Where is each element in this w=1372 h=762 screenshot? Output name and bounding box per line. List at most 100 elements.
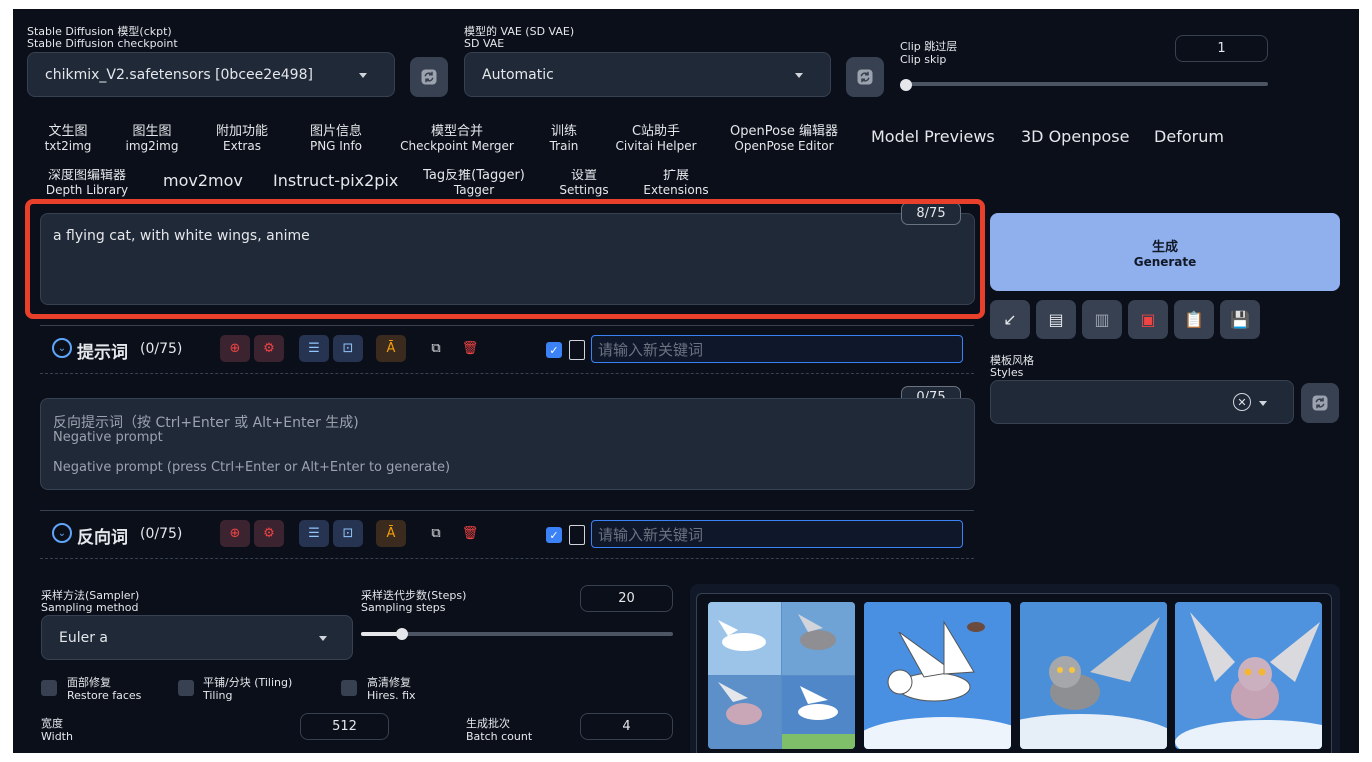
restore-faces-checkbox[interactable] xyxy=(41,680,57,696)
tab-label-en: Train xyxy=(549,139,579,153)
load-list-icon[interactable]: ☰ xyxy=(299,520,329,547)
gear-icon[interactable]: ⚙ xyxy=(254,335,284,362)
batch-count-label-cn: 生成批次 xyxy=(466,717,510,730)
width-input[interactable]: 512 xyxy=(300,713,389,740)
tab-label-en: Extras xyxy=(223,139,261,153)
keyword-input[interactable]: 请输入新关键词 xyxy=(591,335,963,363)
tab-openpose-editor[interactable]: OpenPose 编辑器 OpenPose Editor xyxy=(726,125,842,154)
generate-button[interactable]: 生成 Generate xyxy=(990,213,1340,291)
clip-skip-slider-thumb[interactable] xyxy=(900,79,912,91)
tab-train[interactable]: 训练 Train xyxy=(541,124,587,154)
steps-slider-track[interactable] xyxy=(361,632,673,636)
chevron-down-icon xyxy=(1259,401,1267,406)
clear-trash-icon[interactable]: ▥ xyxy=(1082,300,1122,339)
styles-dropdown[interactable]: ✕ xyxy=(990,380,1294,424)
abc-icon[interactable]: Ā xyxy=(376,520,406,547)
tab-txt2img[interactable]: 文生图 txt2img xyxy=(42,125,94,154)
abc-icon[interactable]: Ā xyxy=(376,335,406,362)
tab-instruct-pix2pix[interactable]: Instruct-pix2pix xyxy=(273,172,398,190)
tiling-label-cn: 平铺/分块 (Tiling) xyxy=(203,676,293,689)
paste-note-icon[interactable]: ▤ xyxy=(1036,300,1076,339)
sampler-dropdown[interactable]: Euler a xyxy=(41,615,353,660)
gallery-thumbnail-3[interactable] xyxy=(1175,602,1322,749)
gallery-thumbnail-grid[interactable] xyxy=(708,602,855,749)
refresh-checkpoint-button[interactable] xyxy=(410,57,448,97)
read-params-arrow-icon[interactable]: ↙ xyxy=(990,300,1030,339)
tab-label-en: txt2img xyxy=(44,139,92,153)
bookmark-icon[interactable]: ⊡ xyxy=(333,520,363,547)
sampler-label-en: Sampling method xyxy=(41,601,139,614)
keyword-checkbox[interactable]: ✓ xyxy=(546,342,562,358)
bookmark-icon[interactable]: ⊡ xyxy=(333,335,363,362)
tab-img2img[interactable]: 图生图 img2img xyxy=(123,125,181,154)
clip-skip-input[interactable]: 1 xyxy=(1175,35,1268,62)
hires-fix-checkbox[interactable] xyxy=(341,680,357,696)
collapse-chevron-icon[interactable]: ⌄ xyxy=(52,523,72,543)
tab-settings[interactable]: 设置 Settings xyxy=(557,169,611,197)
generate-label-cn: 生成 xyxy=(1151,239,1178,255)
clipboard-icon[interactable]: 📋 xyxy=(1174,300,1214,339)
collapse-chevron-icon[interactable]: ⌄ xyxy=(52,338,72,358)
tab-civitai-helper[interactable]: C站助手 Civitai Helper xyxy=(611,124,701,154)
negative-placeholder: Negative prompt (press Ctrl+Enter or Alt… xyxy=(53,460,451,475)
tab-extensions[interactable]: 扩展 Extensions xyxy=(641,169,711,197)
negative-prompt-textarea[interactable]: 反向提示词（按 Ctrl+Enter 或 Alt+Enter 生成) Negat… xyxy=(40,398,975,490)
tab-label-en: Tagger xyxy=(453,183,495,197)
tab-png-info[interactable]: 图片信息 PNG Info xyxy=(301,125,371,154)
prompt-toolbar: ⌄ 提示词 (0/75) ⊕ ⚙ ☰ ⊡ Ā ⧉ 🗑 ✓ 请输入新关键词 xyxy=(40,325,974,374)
trash-icon[interactable]: 🗑 xyxy=(455,520,485,547)
tab-3d-openpose[interactable]: 3D Openpose xyxy=(1021,128,1129,146)
tiling-checkbox[interactable] xyxy=(178,680,194,696)
gallery-thumbnail-1[interactable] xyxy=(864,602,1011,749)
save-floppy-icon[interactable]: 💾 xyxy=(1220,300,1260,339)
restore-faces-label-en: Restore faces xyxy=(67,689,142,702)
tab-checkpoint-merger[interactable]: 模型合并 Checkpoint Merger xyxy=(396,125,518,154)
steps-label-en: Sampling steps xyxy=(361,601,446,614)
tab-label-cn: Tag反推(Tagger) xyxy=(423,169,525,183)
refresh-vae-button[interactable] xyxy=(846,57,884,97)
tab-label-cn: 附加功能 xyxy=(215,124,268,139)
clip-skip-slider-track[interactable] xyxy=(906,82,1268,86)
styles-label-en: Styles xyxy=(990,366,1024,379)
tab-model-previews[interactable]: Model Previews xyxy=(871,128,995,146)
negative-label-en: Negative prompt xyxy=(53,430,163,445)
flying-cat-image xyxy=(864,602,1011,749)
trash-icon[interactable]: 🗑 xyxy=(455,335,485,362)
steps-input[interactable]: 20 xyxy=(580,585,673,612)
tab-label-cn: C站助手 xyxy=(631,124,681,139)
tab-label-cn: 设置 xyxy=(570,169,597,183)
keyword-checkbox[interactable]: ✓ xyxy=(546,527,562,543)
refresh-styles-button[interactable] xyxy=(1301,383,1339,423)
checkpoint-dropdown[interactable]: chikmix_V2.safetensors [0bcee2e498] xyxy=(27,52,395,97)
clear-x-icon[interactable]: ✕ xyxy=(1233,393,1251,411)
translate-globe-icon[interactable]: ⊕ xyxy=(220,335,250,362)
prompt-toolbar-count: (0/75) xyxy=(140,341,183,357)
tab-mov2mov[interactable]: mov2mov xyxy=(163,172,243,190)
load-list-icon[interactable]: ☰ xyxy=(299,335,329,362)
show-extra-networks-icon[interactable]: ▣ xyxy=(1128,300,1168,339)
chevron-down-icon xyxy=(795,73,803,78)
keyword-input[interactable]: 请输入新关键词 xyxy=(591,520,963,548)
copy-icon[interactable]: ⧉ xyxy=(421,335,451,362)
batch-count-input[interactable]: 4 xyxy=(580,713,673,740)
text-cursor-icon xyxy=(569,525,585,545)
tab-extras[interactable]: 附加功能 Extras xyxy=(209,124,275,154)
negative-toolbar-title: 反向词 xyxy=(77,528,128,548)
chevron-down-icon xyxy=(319,636,327,641)
refresh-icon xyxy=(857,69,873,85)
tab-deforum[interactable]: Deforum xyxy=(1153,128,1225,146)
tab-tagger[interactable]: Tag反推(Tagger) Tagger xyxy=(421,169,527,197)
chevron-down-icon xyxy=(359,73,367,78)
tab-label-en: OpenPose Editor xyxy=(734,139,834,153)
copy-icon[interactable]: ⧉ xyxy=(421,520,451,547)
tab-label-cn: 训练 xyxy=(550,124,577,139)
cat-grid-image xyxy=(708,602,855,749)
hires-fix-label-en: Hires. fix xyxy=(367,689,416,702)
clip-skip-label-cn: Clip 跳过层 xyxy=(900,40,958,53)
vae-dropdown[interactable]: Automatic xyxy=(464,52,831,97)
tab-depth-library[interactable]: 深度图编辑器 Depth Library xyxy=(41,169,133,197)
steps-slider-thumb[interactable] xyxy=(395,628,408,640)
gear-icon[interactable]: ⚙ xyxy=(254,520,284,547)
gallery-thumbnail-2[interactable] xyxy=(1020,602,1167,749)
translate-globe-icon[interactable]: ⊕ xyxy=(220,520,250,547)
